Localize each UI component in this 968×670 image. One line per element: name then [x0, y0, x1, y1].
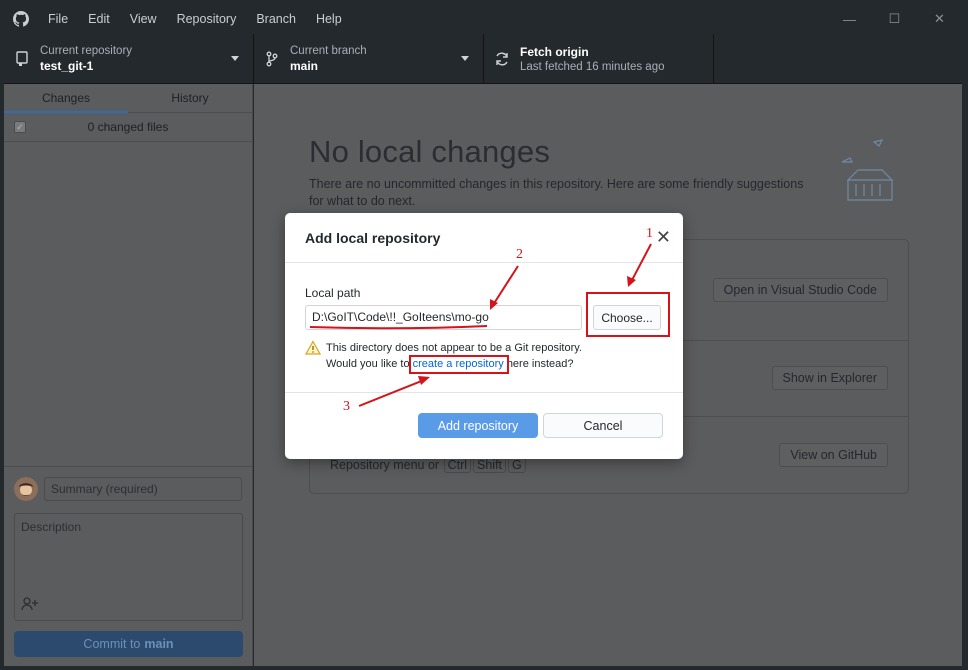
menu-help[interactable]: Help: [306, 4, 352, 34]
annotation-number-2: 2: [516, 247, 523, 262]
sync-icon: [484, 51, 520, 67]
repo-label: Current repository: [40, 45, 133, 57]
tab-changes[interactable]: Changes: [4, 84, 128, 113]
close-window-button[interactable]: ✕: [917, 4, 962, 34]
menu-branch[interactable]: Branch: [246, 4, 306, 34]
annotation-number-1: 1: [646, 226, 653, 241]
view-on-github-button[interactable]: View on GitHub: [779, 443, 888, 467]
commit-label: Commit to: [83, 637, 141, 651]
key-g: G: [508, 457, 526, 473]
branch-value: main: [290, 59, 319, 73]
create-repository-link[interactable]: create a repository: [413, 358, 504, 370]
chevron-down-icon: [461, 56, 469, 61]
page-description: There are no uncommitted changes in this…: [309, 177, 804, 208]
fetch-title: Fetch origin: [520, 45, 589, 59]
sidebar: Changes History ✓ 0 changed files Summar…: [4, 84, 253, 666]
title-bar: File Edit View Repository Branch Help — …: [4, 4, 962, 34]
commit-branch: main: [144, 637, 174, 651]
chevron-down-icon: [231, 56, 239, 61]
menu-file[interactable]: File: [38, 4, 78, 34]
fetch-origin-button[interactable]: Fetch origin Last fetched 16 minutes ago: [484, 34, 714, 84]
close-icon[interactable]: ✕: [656, 228, 671, 246]
repo-menu-hint: Repository menu or Ctrl Shift G: [330, 457, 527, 473]
cancel-button[interactable]: Cancel: [543, 413, 663, 438]
maximize-button[interactable]: ☐: [872, 4, 917, 34]
avatar: [14, 477, 38, 501]
description-textarea[interactable]: Description: [14, 513, 243, 621]
add-repository-button[interactable]: Add repository: [418, 413, 538, 438]
add-local-repository-dialog: Add local repository ✕ Local path D:\GoI…: [285, 213, 683, 459]
select-all-checkbox[interactable]: ✓: [14, 121, 26, 133]
changed-files-count: 0 changed files: [87, 120, 169, 134]
summary-input[interactable]: Summary (required): [44, 477, 242, 501]
local-path-input[interactable]: D:\GoIT\Code\!!_GoIteens\mo-go: [305, 305, 582, 330]
commit-button[interactable]: Commit to main: [14, 631, 243, 657]
warning-icon: [304, 340, 322, 356]
toolbar: Current repository test_git-1 Current br…: [4, 34, 962, 84]
warning-line-1: This directory does not appear to be a G…: [326, 342, 582, 354]
warning-line-2-post: here instead?: [506, 358, 574, 370]
changed-files-header: ✓ 0 changed files: [4, 113, 252, 142]
menu-edit[interactable]: Edit: [78, 4, 120, 34]
menu-repository[interactable]: Repository: [167, 4, 247, 34]
branch-icon: [254, 51, 290, 67]
annotation-number-3: 3: [343, 399, 350, 414]
open-in-editor-button[interactable]: Open in Visual Studio Code: [712, 278, 888, 302]
repo-value: test_git-1: [40, 59, 94, 73]
empty-state-illustration-icon: [834, 132, 914, 215]
show-in-explorer-button[interactable]: Show in Explorer: [771, 366, 888, 390]
key-shift: Shift: [473, 457, 507, 473]
minimize-button[interactable]: —: [827, 4, 872, 34]
description-placeholder: Description: [21, 520, 82, 534]
repo-menu-hint-text: Repository menu or: [330, 458, 440, 472]
fetch-subtitle: Last fetched 16 minutes ago: [520, 61, 665, 73]
commit-area: Summary (required) Description Commit to…: [4, 466, 253, 666]
local-path-label: Local path: [305, 286, 361, 300]
choose-button[interactable]: Choose...: [593, 305, 661, 330]
branch-label: Current branch: [290, 45, 367, 57]
dialog-title: Add local repository: [305, 230, 441, 246]
warning-message: This directory does not appear to be a G…: [304, 340, 582, 372]
current-branch-dropdown[interactable]: Current branch main: [254, 34, 484, 84]
warning-line-2-pre: Would you like to: [326, 358, 410, 370]
github-logo-icon: [4, 4, 38, 34]
menu-view[interactable]: View: [120, 4, 167, 34]
current-repository-dropdown[interactable]: Current repository test_git-1: [4, 34, 254, 84]
add-coauthor-icon[interactable]: [21, 597, 39, 614]
key-ctrl: Ctrl: [443, 457, 472, 473]
page-title: No local changes: [309, 134, 551, 169]
tab-history[interactable]: History: [128, 84, 252, 112]
repo-icon: [4, 51, 40, 67]
